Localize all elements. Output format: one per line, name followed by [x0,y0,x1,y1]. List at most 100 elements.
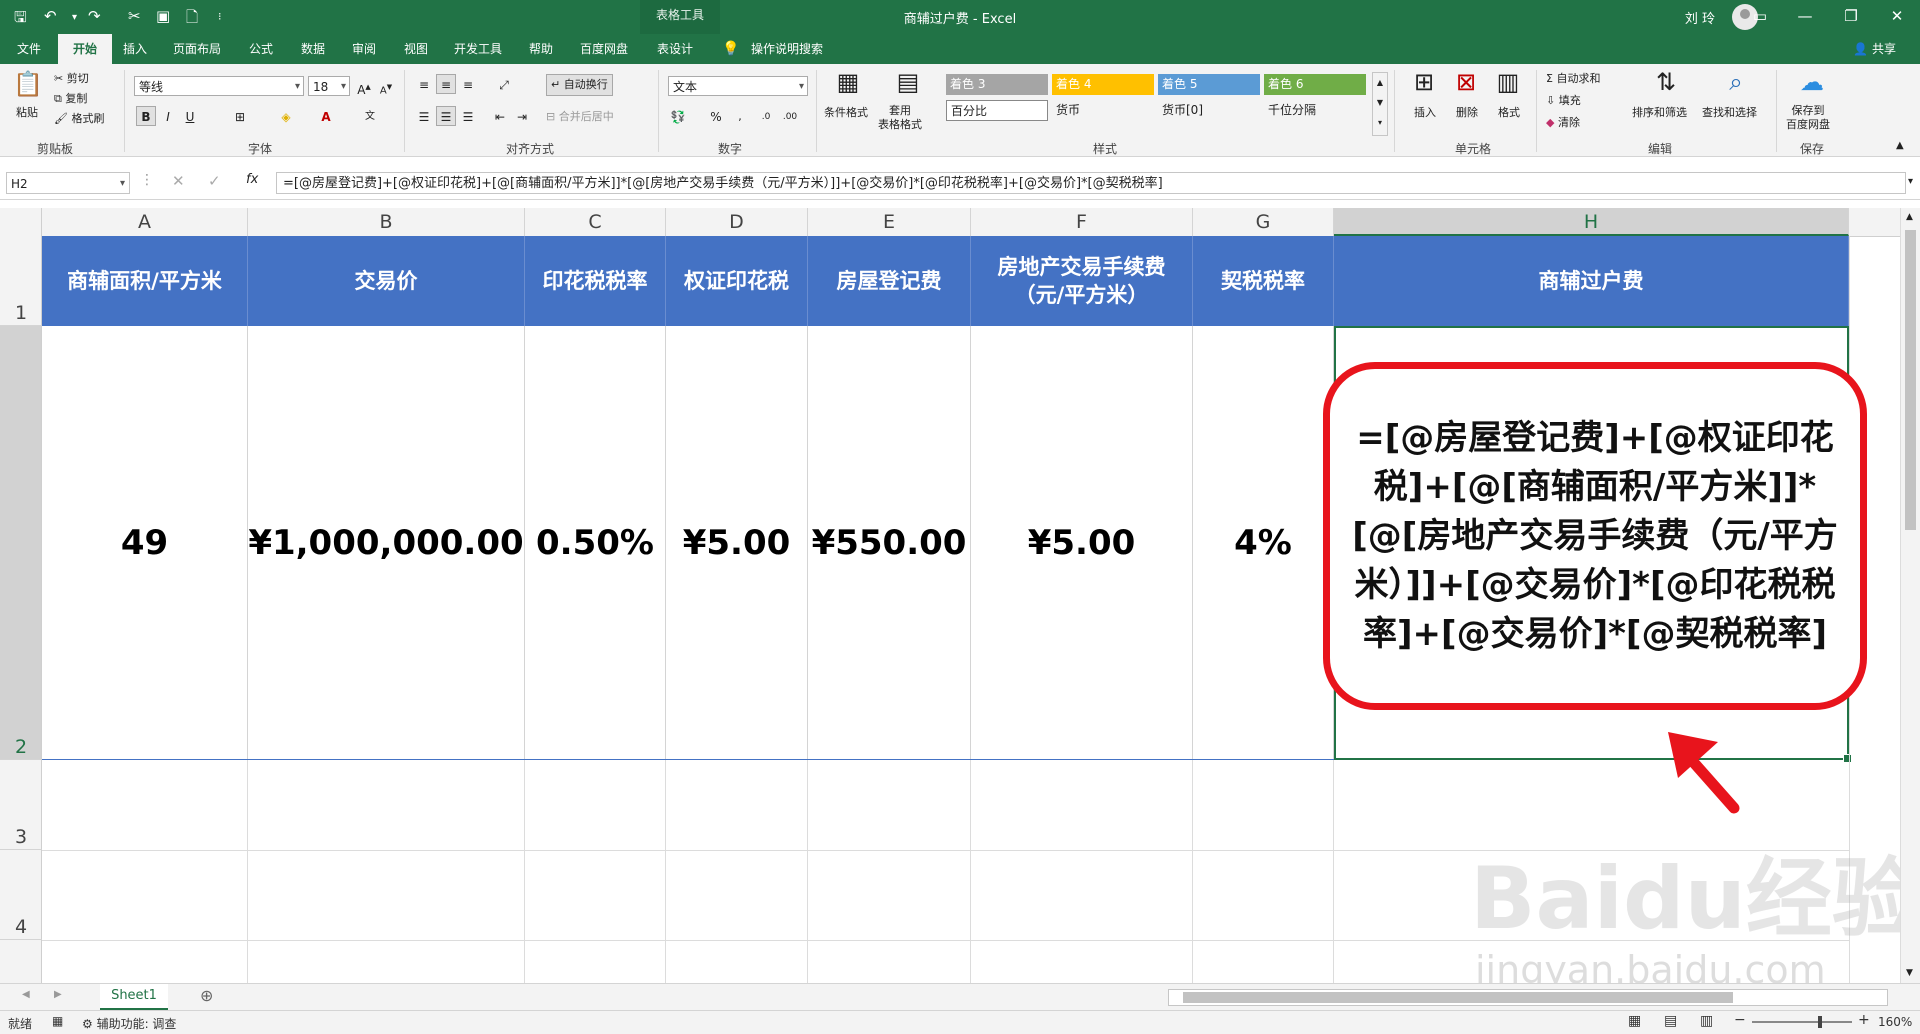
format-painter-button[interactable]: 🖌 格式刷 [54,110,104,126]
tab-insert[interactable]: 插入 [112,34,158,64]
style-accent3[interactable]: 着色 3 [946,74,1048,95]
column-header-h[interactable]: H [1334,208,1849,236]
row-header-3[interactable]: 3 [0,760,42,850]
row-header-5[interactable] [0,940,42,983]
italic-button[interactable]: I [158,106,178,126]
sheet-prev-icon[interactable]: ◀ [22,989,30,1000]
currency-icon[interactable]: 💱 [668,106,688,126]
font-color-icon[interactable]: A [316,106,336,126]
style-currency[interactable]: 货币 [1052,100,1154,121]
accessibility-status[interactable]: ⚙ 辅助功能: 调查 [82,1015,176,1032]
tab-review[interactable]: 审阅 [340,34,388,64]
fill-color-icon[interactable]: ◈ [276,106,296,126]
style-comma[interactable]: 千位分隔 [1264,100,1366,121]
wrap-text-button[interactable]: ↵ 自动换行 [546,74,613,96]
style-accent5[interactable]: 着色 5 [1158,74,1260,95]
share-button[interactable]: 👤 共享 [1853,40,1896,57]
style-percent[interactable]: 百分比 [946,100,1048,121]
comma-icon[interactable]: , [730,106,750,126]
vertical-scrollbar[interactable]: ▲ ▼ [1900,208,1920,983]
align-right-icon[interactable]: ☰ [458,106,478,126]
close-icon[interactable]: ✕ [1874,0,1920,34]
insert-cells-button[interactable]: 插入 [1414,104,1436,120]
select-all-corner[interactable] [0,208,42,236]
copy-button[interactable]: ⧉ 复制 [54,90,87,106]
increase-decimal-icon[interactable]: .0 [756,106,776,126]
column-header-c[interactable]: C [525,208,666,236]
sheet-next-icon[interactable]: ▶ [54,989,62,1000]
zoom-slider-thumb[interactable] [1818,1016,1822,1028]
delete-cells-button[interactable]: 删除 [1456,104,1478,120]
paste-icon[interactable]: 📋 [12,70,44,98]
tab-table-design[interactable]: 表设计 [644,34,706,64]
align-left-icon[interactable]: ☰ [414,106,434,126]
cancel-icon[interactable]: ✕ [172,172,185,190]
enter-icon[interactable]: ✓ [208,172,221,190]
autosum-button[interactable]: Σ 自动求和 [1546,70,1600,86]
table-header-price[interactable]: 交易价 [248,236,525,326]
column-header-b[interactable]: B [248,208,525,236]
tab-developer[interactable]: 开发工具 [444,34,512,64]
cell-d2[interactable]: ¥5.00 [666,326,808,760]
cell-f2[interactable]: ¥5.00 [971,326,1193,760]
cell-c2[interactable]: 0.50% [525,326,666,760]
insert-function-icon[interactable]: fx [246,172,258,187]
style-accent4[interactable]: 着色 4 [1052,74,1154,95]
conditional-format-button[interactable]: 条件格式 [824,104,868,120]
font-name-combo[interactable]: 等线 [134,76,304,97]
normal-view-icon[interactable]: ▦ [1628,1013,1641,1029]
merge-center-button[interactable]: ⊟ 合并后居中 [546,108,614,124]
bold-button[interactable]: B [136,106,156,126]
zoom-slider[interactable] [1752,1016,1852,1028]
format-cells-button[interactable]: 格式 [1498,104,1520,120]
find-select-button[interactable]: 查找和选择 [1702,104,1757,120]
tab-help[interactable]: 帮助 [518,34,564,64]
column-header-a[interactable]: A [42,208,248,236]
scroll-up-icon[interactable]: ▲ [1906,212,1913,222]
horizontal-scrollbar[interactable] [1168,989,1888,1006]
zoom-level[interactable]: 160% [1878,1015,1912,1029]
ribbon-display-icon[interactable]: ▭ [1740,0,1780,34]
collapse-ribbon-icon[interactable]: ▲ [1896,140,1904,151]
zoom-out-icon[interactable]: − [1734,1012,1746,1028]
cell-g2[interactable]: 4% [1193,326,1334,760]
increase-indent-icon[interactable]: ⇥ [512,106,532,126]
fill-button[interactable]: ⇩ 填充 [1546,92,1581,108]
orientation-icon[interactable]: ⤢ [494,74,514,94]
format-cells-icon[interactable]: ▥ [1492,68,1524,96]
table-header-registration-fee[interactable]: 房屋登记费 [808,236,971,326]
name-box[interactable]: H2 [6,172,130,195]
tab-home[interactable]: 开始 [58,34,112,64]
tab-file[interactable]: 文件 [0,34,58,64]
column-header-d[interactable]: D [666,208,808,236]
baidu-netdisk-icon[interactable]: ☁ [1796,68,1828,96]
decrease-font-icon[interactable]: A▼ [376,76,396,96]
table-format-icon[interactable]: ▤ [892,68,924,96]
tab-page-layout[interactable]: 页面布局 [162,34,232,64]
phonetic-icon[interactable]: 文 [360,106,380,126]
paste-button[interactable]: 粘贴 [16,104,38,120]
insert-cells-icon[interactable]: ⊞ [1408,68,1440,96]
page-break-view-icon[interactable]: ▥ [1700,1013,1713,1029]
fill-handle[interactable] [1843,754,1852,763]
cut-button[interactable]: ✂ 剪切 [54,70,89,86]
zoom-in-icon[interactable]: + [1858,1012,1870,1028]
tab-formulas[interactable]: 公式 [236,34,286,64]
percent-button[interactable]: % [706,106,726,126]
underline-button[interactable]: U [180,106,200,126]
column-header-g[interactable]: G [1193,208,1334,236]
style-accent6[interactable]: 着色 6 [1264,74,1366,95]
scroll-down-icon[interactable]: ▼ [1906,968,1913,978]
cell-a2[interactable]: 49 [42,326,248,760]
conditional-format-icon[interactable]: ▦ [832,68,864,96]
sheet-tab-sheet1[interactable]: Sheet1 [100,984,168,1011]
row-header-4[interactable]: 4 [0,850,42,940]
tab-view[interactable]: 视图 [392,34,440,64]
cell-b2[interactable]: ¥1,000,000.00 [248,326,525,760]
table-header-warrant-stamp[interactable]: 权证印花税 [666,236,808,326]
minimize-icon[interactable]: — [1782,0,1828,34]
font-size-combo[interactable]: 18 [308,76,350,97]
table-format-button[interactable]: 套用 表格格式 [878,104,922,132]
page-layout-view-icon[interactable]: ▤ [1664,1013,1677,1029]
increase-font-icon[interactable]: A▲ [354,76,374,97]
